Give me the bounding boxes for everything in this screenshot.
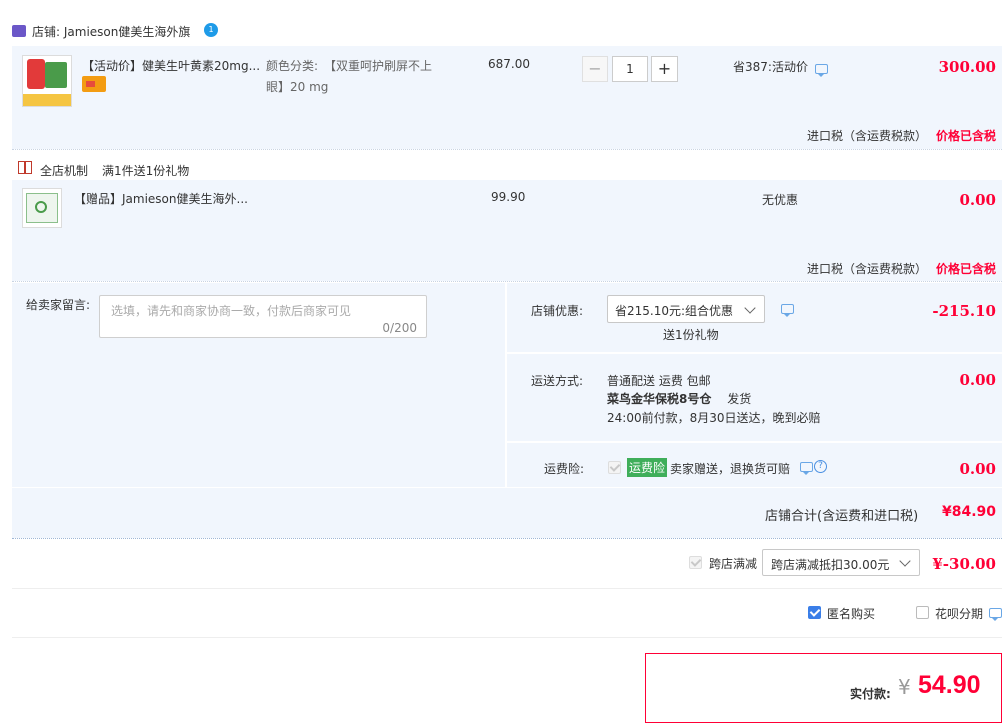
wangwang-icon[interactable]: 1 — [204, 23, 218, 37]
item1-tax-value: 价格已含税 — [936, 129, 997, 143]
item1-subtotal: 300.00 — [938, 58, 996, 76]
insurance-checkbox[interactable] — [608, 461, 621, 474]
warehouse-name: 菜鸟金华保税8号仓 — [607, 392, 712, 406]
payment-currency: ¥ — [898, 675, 911, 699]
shipping-panel — [507, 354, 1002, 441]
shop-label: 店铺: Jamieson健美生海外旗 — [32, 25, 191, 39]
divider — [12, 588, 1002, 589]
item1-title[interactable]: 【活动价】健美生叶黄素20mg... — [82, 57, 260, 74]
payment-label: 实付款: — [850, 687, 891, 701]
qty-plus-button[interactable]: + — [651, 56, 678, 82]
shipping-line3: 24:00前付款，8月30日送达，晚到必赔 — [607, 411, 821, 425]
gift-icon — [18, 161, 32, 174]
anonymous-checkbox[interactable] — [808, 606, 821, 619]
message-placeholder: 选填，请先和商家协商一致，付款后商家可见 — [111, 304, 352, 318]
message-textarea[interactable]: 选填，请先和商家协商一致，付款后商家可见 0/200 — [99, 295, 427, 338]
help-icon[interactable]: ? — [814, 460, 827, 473]
installment-label: 花呗分期 — [935, 607, 984, 621]
gift-tax-label: 进口税（含运费税款） — [807, 262, 928, 276]
gift-discount: 无优惠 — [762, 193, 799, 207]
divider — [12, 281, 1002, 282]
chevron-down-icon — [899, 555, 911, 567]
chevron-down-icon — [744, 302, 756, 314]
qty-input[interactable]: 1 — [612, 56, 648, 82]
shop-discount-select[interactable]: 省215.10元:组合优惠 — [607, 295, 765, 323]
item1-spec-label: 颜色分类: — [266, 59, 319, 73]
shop-name[interactable]: Jamieson健美生海外旗 — [64, 25, 191, 39]
item1-tax-label: 进口税（含运费税款） — [807, 129, 928, 143]
item1-chat-icon[interactable] — [815, 64, 828, 77]
activity-card-icon — [82, 76, 106, 92]
item1-unit-price: 687.00 — [488, 57, 530, 71]
insurance-desc: 卖家赠送，退换货可赔 — [670, 462, 791, 476]
payment-amount: 54.90 — [918, 671, 981, 699]
shop-icon — [12, 25, 26, 37]
shipping-line2: 菜鸟金华保税8号仓 发货 — [607, 392, 752, 406]
cross-shop-checkbox[interactable] — [689, 556, 702, 569]
gift-subtotal: 0.00 — [959, 191, 996, 209]
message-counter: 0/200 — [382, 321, 417, 335]
divider — [12, 637, 1002, 638]
cross-shop-label: 跨店满减 — [709, 557, 758, 571]
gift-thumbnail[interactable] — [22, 188, 62, 228]
shop-discount-value: -215.10 — [932, 302, 996, 320]
anonymous-label: 匿名购买 — [827, 607, 876, 621]
shipping-line1: 普通配送 运费 包邮 — [607, 374, 711, 388]
shop-total-label: 店铺合计(含运费和进口税) — [765, 509, 919, 524]
shop-discount-label: 店铺优惠: — [531, 304, 584, 318]
item1-discount: 省387:活动价 — [733, 60, 808, 74]
qty-minus-button[interactable]: − — [582, 56, 608, 82]
message-label: 给卖家留言: — [26, 298, 91, 312]
promo-desc: 满1件送1份礼物 — [102, 164, 190, 178]
installment-chat-icon[interactable] — [989, 608, 1002, 621]
shop-total-value: ¥84.90 — [941, 504, 996, 520]
item1-spec-value-1: 【双重呵护刷屏不上 — [324, 59, 433, 73]
item1-thumbnail[interactable] — [22, 55, 72, 107]
shipping-value: 0.00 — [959, 371, 996, 389]
insurance-tag: 运费险 — [627, 458, 668, 477]
gift-unit-price: 99.90 — [491, 190, 526, 204]
item1-spec-value-2: 眼】20 mg — [266, 80, 329, 94]
gift-title[interactable]: 【赠品】Jamieson健美生海外... — [74, 190, 248, 207]
promo-label: 全店机制 — [40, 164, 89, 178]
insurance-label: 运费险: — [544, 462, 585, 476]
cross-shop-select[interactable]: 跨店满减抵扣30.00元 — [762, 549, 920, 576]
divider — [12, 538, 1002, 539]
divider — [12, 149, 1002, 150]
insurance-value: 0.00 — [959, 460, 996, 478]
installment-checkbox[interactable] — [916, 606, 929, 619]
shop-discount-sub: 送1份礼物 — [663, 328, 719, 342]
gift-tax-value: 价格已含税 — [936, 262, 997, 276]
insurance-chat-icon[interactable] — [800, 462, 813, 475]
shop-discount-chat-icon[interactable] — [781, 304, 794, 317]
shipping-label: 运送方式: — [531, 374, 584, 388]
cross-shop-value: ¥-30.00 — [932, 555, 996, 573]
